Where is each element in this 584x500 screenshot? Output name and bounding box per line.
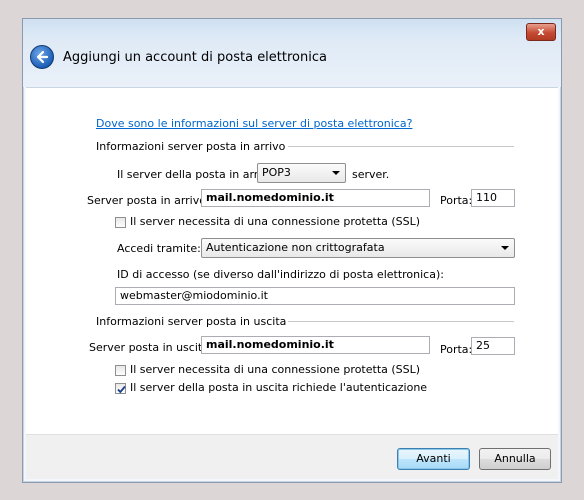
next-button[interactable]: Avanti [397,448,470,470]
dialog-window: x Aggiungi un account di posta elettroni… [22,18,562,483]
incoming-ssl-checkbox[interactable] [115,217,126,228]
window-title: Aggiungi un account di posta elettronica [63,50,327,65]
incoming-section-title: Informazioni server posta in arrivo [96,140,286,153]
login-id-input[interactable]: webmaster@miodominio.it [115,287,515,305]
incoming-section-divider [288,146,514,147]
content-panel: Dove sono le informazioni sul server di … [26,87,558,435]
close-button[interactable]: x [526,23,556,41]
outgoing-auth-checkbox[interactable] [115,383,126,394]
incoming-port-label: Porta: [440,194,473,207]
back-arrow-icon [36,50,49,64]
login-method-value: Autenticazione non crittografata [206,241,385,254]
server-type-select[interactable]: POP3 [257,163,346,183]
chevron-down-icon [332,171,340,175]
outgoing-server-input[interactable]: mail.nomedominio.it [201,336,430,354]
outgoing-server-label: Server posta in uscita: [89,341,213,354]
outgoing-port-input[interactable]: 25 [471,337,515,355]
outgoing-section-title: Informazioni server posta in uscita [96,315,287,328]
cancel-button[interactable]: Annulla [479,448,551,470]
server-type-value: POP3 [262,166,291,179]
incoming-server-input[interactable]: mail.nomedominio.it [201,189,430,207]
outgoing-auth-label: Il server della posta in uscita richiede… [130,381,428,394]
server-type-suffix: server. [352,168,390,181]
outgoing-port-label: Porta: [440,343,473,356]
outgoing-section-divider [288,321,514,322]
chevron-down-icon [501,246,509,250]
help-link[interactable]: Dove sono le informazioni sul server di … [96,117,412,130]
back-button[interactable] [30,45,54,69]
incoming-server-label: Server posta in arrivo: [87,194,210,207]
login-method-label: Accedi tramite: [117,242,201,255]
incoming-ssl-label: Il server necessita di una connessione p… [130,215,421,228]
login-id-label: ID di accesso (se diverso dall'indirizzo… [117,268,444,281]
outgoing-ssl-checkbox[interactable] [115,365,126,376]
checkmark-icon [117,385,126,394]
incoming-port-input[interactable]: 110 [471,189,515,207]
outgoing-ssl-label: Il server necessita di una connessione p… [130,363,421,376]
button-bar: Avanti Annulla [26,434,558,479]
title-bar: x Aggiungi un account di posta elettroni… [23,19,561,87]
login-method-select[interactable]: Autenticazione non crittografata [201,238,515,258]
